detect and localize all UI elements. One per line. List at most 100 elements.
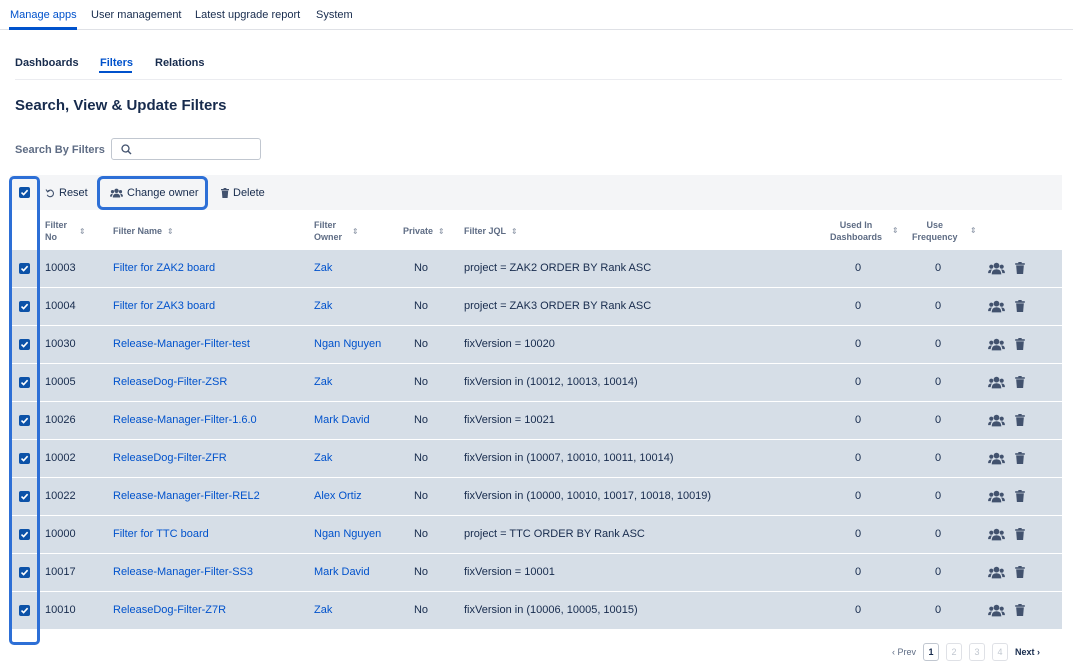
cell-filter-owner[interactable]: Mark David (314, 402, 370, 439)
header-filter-no[interactable]: Filter No⇕ (45, 219, 86, 244)
table-row[interactable]: 10022 Release-Manager-Filter-REL2 Alex Ort… (10, 478, 1062, 516)
cell-filter-owner[interactable]: Zak (314, 288, 332, 325)
header-private[interactable]: Private ⇕ (403, 225, 445, 238)
trash-icon[interactable] (1015, 490, 1025, 505)
header-filter-owner[interactable]: Filter Owner⇕ (314, 219, 359, 244)
cell-filter-no: 10002 (45, 452, 76, 464)
sort-icon: ⇕ (511, 227, 518, 236)
cell-filter-owner[interactable]: Zak (314, 364, 332, 401)
cell-filter-jql: fixVersion in (10012, 10013, 10014) (464, 376, 638, 388)
cell-filter-name[interactable]: Filter for TTC board (113, 516, 209, 553)
sort-icon: ⇕ (438, 227, 445, 236)
cell-filter-owner[interactable]: Zak (314, 592, 332, 629)
trash-icon[interactable] (1015, 566, 1025, 581)
page-3-button[interactable]: 3 (969, 643, 986, 661)
page-title: Search, View & Update Filters (15, 97, 227, 114)
trash-icon[interactable] (1015, 452, 1025, 467)
change-owner-icon[interactable] (988, 300, 1005, 316)
active-tab-indicator (99, 71, 132, 73)
cell-private: No (413, 452, 429, 464)
table-row[interactable]: 10003 Filter for ZAK2 board Zak No project =… (10, 250, 1062, 288)
sort-icon: ⇕ (970, 226, 977, 235)
change-owner-highlight (97, 176, 208, 210)
table-row[interactable]: 10004 Filter for ZAK3 board Zak No project =… (10, 288, 1062, 326)
tab-dashboards[interactable]: Dashboards (15, 57, 79, 69)
cell-used-in-dashboards: 0 (854, 262, 862, 274)
header-filter-name[interactable]: Filter Name ⇕ (113, 225, 174, 238)
cell-filter-name[interactable]: Release-Manager-Filter-SS3 (113, 554, 253, 591)
cell-filter-owner[interactable]: Mark David (314, 554, 370, 591)
search-field[interactable] (111, 138, 261, 160)
cell-filter-name[interactable]: ReleaseDog-Filter-ZSR (113, 364, 227, 401)
change-owner-icon[interactable] (988, 490, 1005, 506)
nav-system[interactable]: System (316, 9, 353, 21)
nav-latest-upgrade-report[interactable]: Latest upgrade report (195, 9, 300, 21)
change-owner-icon[interactable] (988, 528, 1005, 544)
table-row[interactable]: 10010 ReleaseDog-Filter-Z7R Zak No fixVersio… (10, 592, 1062, 630)
cell-filter-owner[interactable]: Zak (314, 250, 332, 287)
change-owner-icon[interactable] (988, 262, 1005, 278)
change-owner-icon[interactable] (988, 452, 1005, 468)
cell-filter-no: 10010 (45, 604, 76, 616)
delete-button[interactable]: Delete (221, 175, 265, 210)
cell-filter-jql: project = ZAK3 ORDER BY Rank ASC (464, 300, 652, 312)
cell-filter-name[interactable]: Release-Manager-Filter-test (113, 326, 250, 363)
cell-private: No (413, 528, 429, 540)
page-2-button[interactable]: 2 (946, 643, 963, 661)
cell-filter-name[interactable]: ReleaseDog-Filter-ZFR (113, 440, 227, 477)
table-row[interactable]: 10030 Release-Manager-Filter-test Ngan Ngu… (10, 326, 1062, 364)
prev-button[interactable]: ‹ Prev (892, 647, 916, 657)
nav-manage-apps[interactable]: Manage apps (10, 9, 77, 21)
reset-button[interactable]: Reset (45, 175, 88, 210)
change-owner-icon[interactable] (988, 414, 1005, 430)
cell-private: No (413, 376, 429, 388)
cell-private: No (413, 300, 429, 312)
cell-filter-owner[interactable]: Ngan Nguyen (314, 516, 381, 553)
trash-icon[interactable] (1015, 528, 1025, 543)
pagination: ‹ Prev 1 2 3 4 Next › (892, 642, 1040, 662)
trash-icon[interactable] (1015, 414, 1025, 429)
sort-icon: ⇕ (79, 227, 86, 236)
table-row[interactable]: 10000 Filter for TTC board Ngan Nguyen No pr… (10, 516, 1062, 554)
cell-use-frequency: 0 (934, 300, 942, 312)
trash-icon[interactable] (1015, 604, 1025, 619)
table-row[interactable]: 10002 ReleaseDog-Filter-ZFR Zak No fixVersio… (10, 440, 1062, 478)
tab-relations[interactable]: Relations (155, 57, 205, 69)
cell-filter-jql: fixVersion in (10007, 10010, 10011, 1001… (464, 452, 674, 464)
header-use-frequency[interactable]: Use Frequency ⇕ (912, 219, 977, 243)
cell-private: No (413, 262, 429, 274)
change-owner-icon[interactable] (988, 376, 1005, 392)
cell-filter-name[interactable]: ReleaseDog-Filter-Z7R (113, 592, 226, 629)
header-used-in-dashboards[interactable]: Used In Dashboards ⇕ (830, 219, 899, 243)
table-row[interactable]: 10017 Release-Manager-Filter-SS3 Mark Davi… (10, 554, 1062, 592)
table-row[interactable]: 10026 Release-Manager-Filter-1.6.0 Mark Da… (10, 402, 1062, 440)
trash-icon[interactable] (1015, 338, 1025, 353)
next-button[interactable]: Next › (1015, 647, 1040, 657)
trash-icon[interactable] (1015, 300, 1025, 315)
cell-filter-name[interactable]: Release-Manager-Filter-REL2 (113, 478, 260, 515)
top-navigation: Manage apps User management Latest upgra… (0, 0, 1073, 30)
cell-filter-owner[interactable]: Alex Ortiz (314, 478, 362, 515)
nav-user-management[interactable]: User management (91, 9, 182, 21)
page-1-button[interactable]: 1 (923, 643, 940, 661)
change-owner-icon[interactable] (988, 604, 1005, 620)
cell-private: No (413, 338, 429, 350)
cell-filter-name[interactable]: Filter for ZAK2 board (113, 250, 215, 287)
trash-icon[interactable] (1015, 262, 1025, 277)
change-owner-icon[interactable] (988, 338, 1005, 354)
page-4-button[interactable]: 4 (992, 643, 1009, 661)
cell-use-frequency: 0 (934, 376, 942, 388)
cell-filter-owner[interactable]: Zak (314, 440, 332, 477)
cell-filter-jql: fixVersion = 10021 (464, 414, 555, 426)
header-filter-jql[interactable]: Filter JQL ⇕ (464, 225, 518, 238)
cell-filter-name[interactable]: Release-Manager-Filter-1.6.0 (113, 402, 257, 439)
cell-filter-no: 10004 (45, 300, 76, 312)
change-owner-icon[interactable] (988, 566, 1005, 582)
table-row[interactable]: 10005 ReleaseDog-Filter-ZSR Zak No fixVersio… (10, 364, 1062, 402)
cell-filter-name[interactable]: Filter for ZAK3 board (113, 288, 215, 325)
cell-filter-owner[interactable]: Ngan Nguyen (314, 326, 381, 363)
trash-icon[interactable] (1015, 376, 1025, 391)
search-input[interactable] (138, 141, 256, 157)
checkbox-column-highlight (9, 176, 40, 645)
tab-filters[interactable]: Filters (100, 57, 133, 69)
